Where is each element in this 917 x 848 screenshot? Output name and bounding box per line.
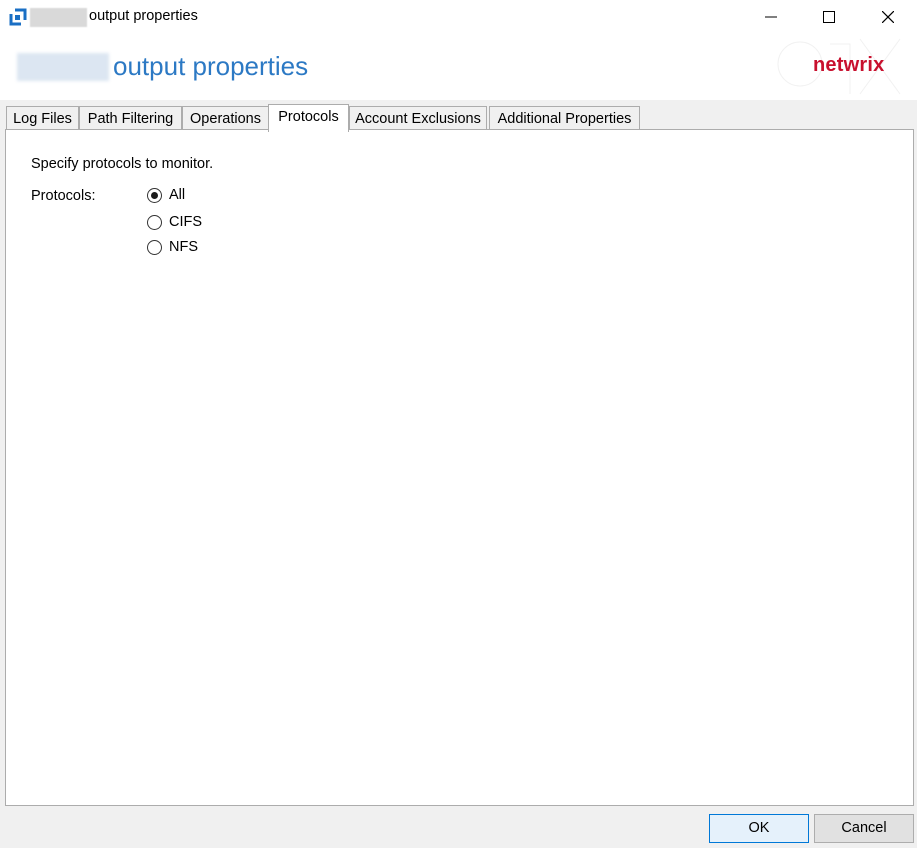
netwrix-logo: netwrix [813,54,885,76]
dialog-header: output properties netwrix [0,34,917,100]
close-icon [882,11,894,23]
instruction-text: Specify protocols to monitor. [31,156,214,172]
cancel-button[interactable]: Cancel [814,814,914,843]
radio-option-cifs[interactable]: CIFS [147,212,202,232]
window-title: output properties [89,8,198,24]
radio-button[interactable] [147,214,162,230]
ok-button[interactable]: OK [709,814,809,843]
radio-label-nfs: NFS [169,239,198,255]
redacted-title-text [30,8,87,27]
protocols-panel: Specify protocols to monitor. Protocols:… [5,129,914,806]
minimize-icon [765,16,777,18]
radio-option-all[interactable]: All [147,185,185,205]
maximize-icon [823,11,835,23]
radio-option-nfs[interactable]: NFS [147,237,198,257]
app-icon [9,8,27,26]
header-title: output properties [113,51,309,81]
close-button[interactable] [859,0,917,34]
minimize-button[interactable] [742,0,800,34]
redacted-header-text [17,53,109,81]
protocols-label: Protocols: [31,188,96,204]
radio-button-checked[interactable] [147,187,162,203]
radio-button[interactable] [147,239,162,255]
tab-protocols[interactable]: Protocols [268,104,349,132]
title-bar: output properties [0,0,917,34]
radio-label-cifs: CIFS [169,214,203,230]
maximize-button[interactable] [800,0,858,34]
radio-label-all: All [169,187,186,203]
